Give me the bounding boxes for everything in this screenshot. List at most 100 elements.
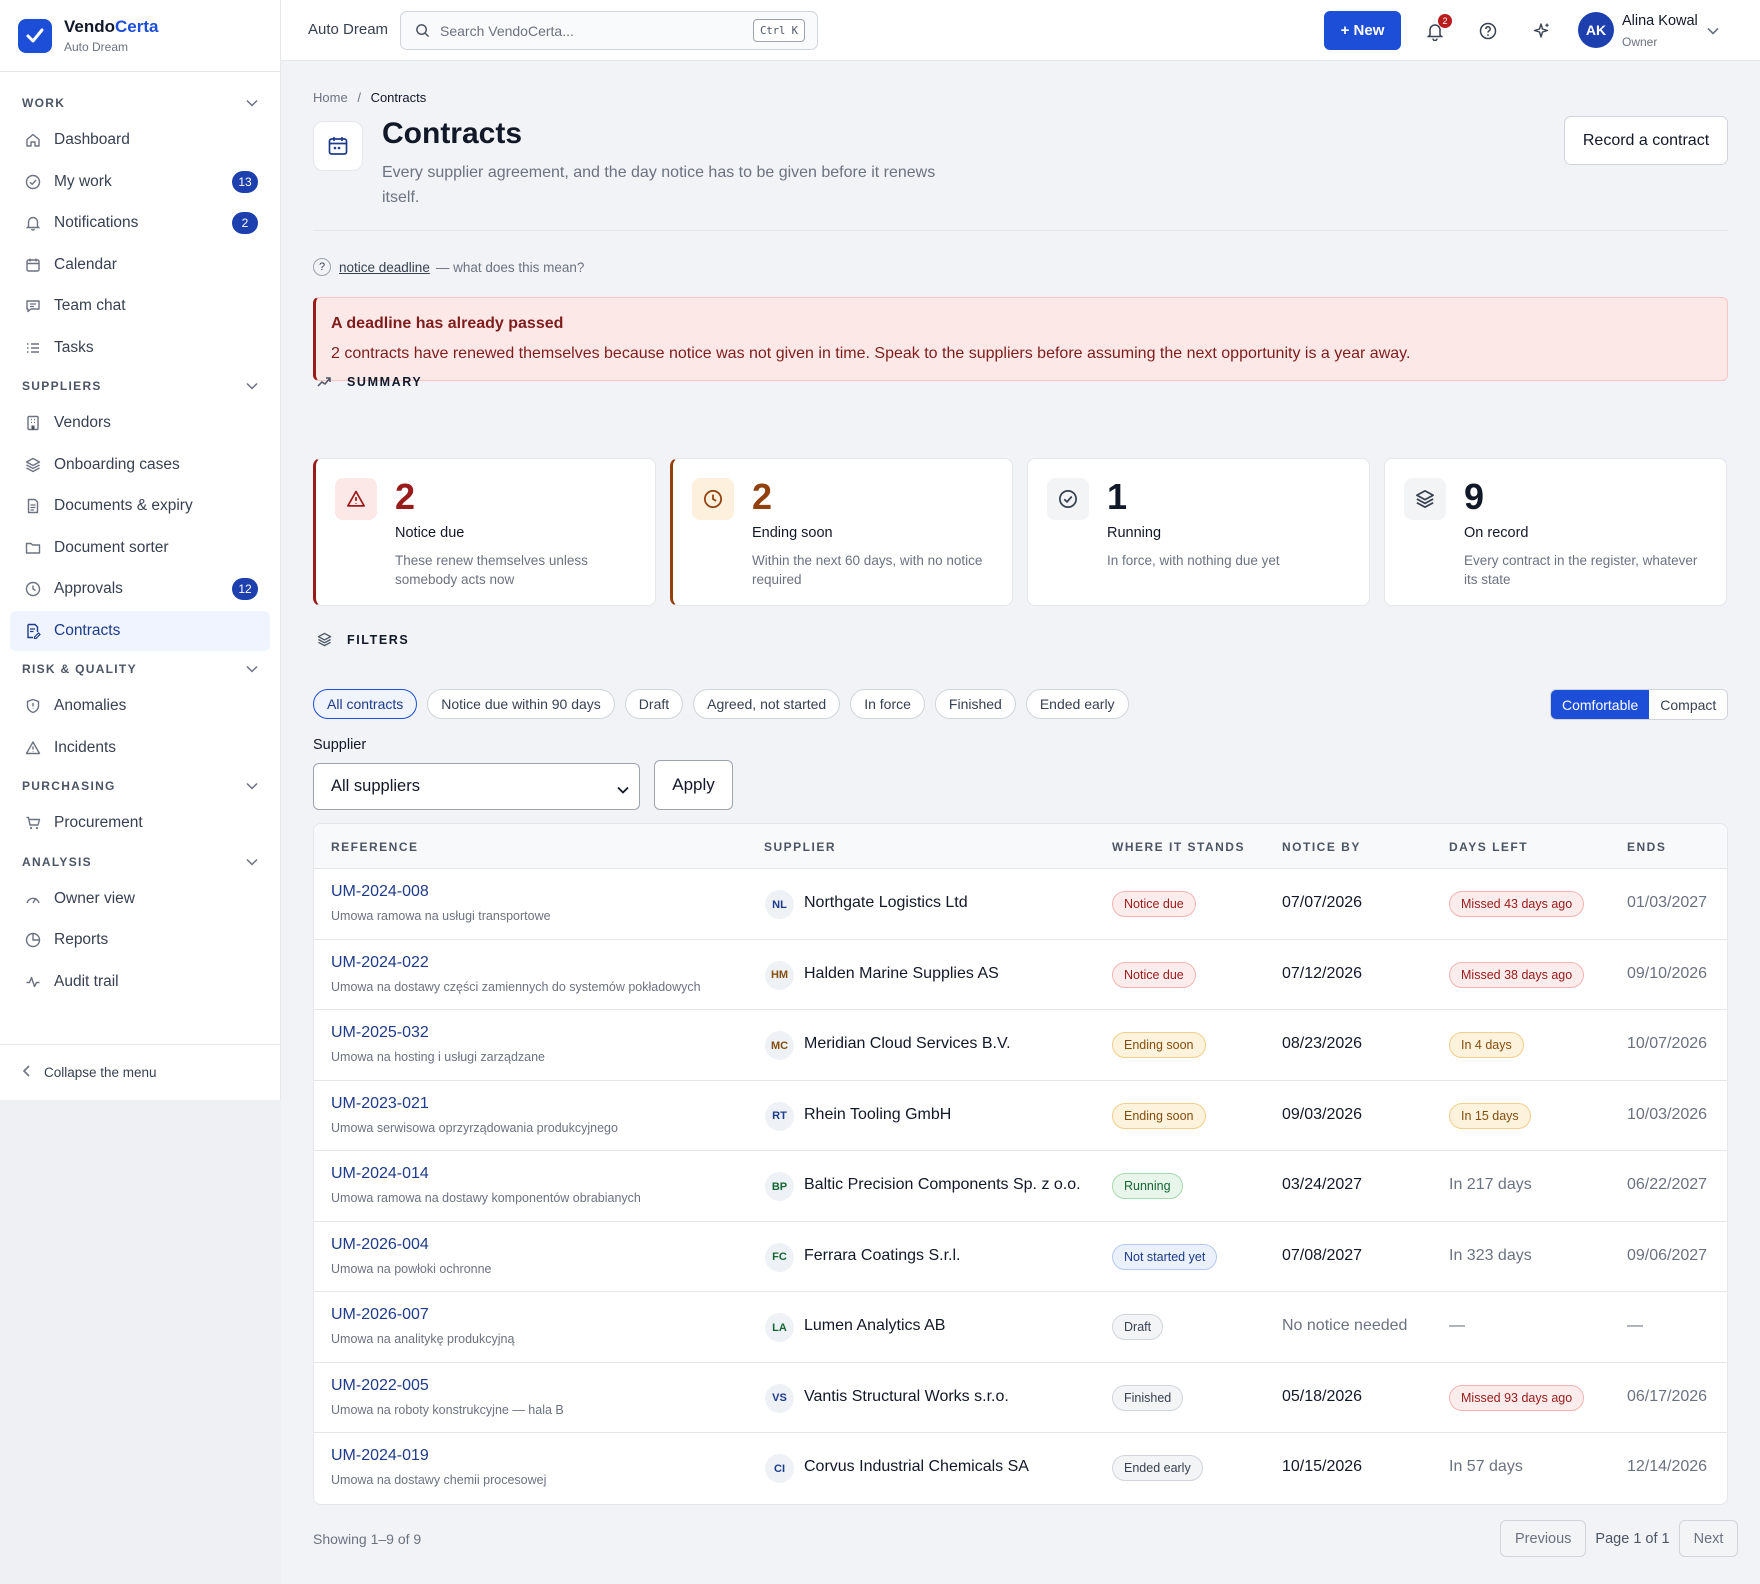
sidebar-item-label: Reports [54,931,109,948]
sidebar-item-tasks[interactable]: Tasks [10,328,270,368]
collapse-menu-button[interactable]: Collapse the menu [0,1044,280,1100]
sidebar-item-label: Calendar [54,255,117,273]
search-input[interactable]: Search VendoCerta... Ctrl K [400,11,818,50]
sidebar-item-label: My work [54,172,112,190]
record-contract-button[interactable]: Record a contract [1564,116,1728,165]
filter-chip[interactable]: In force [850,689,925,719]
sidebar-item-approvals[interactable]: Approvals 12 [10,569,270,609]
table-row[interactable]: UM-2026-007 Umowa na analitykę produkcyjn… [314,1292,1727,1363]
breadcrumb: Home / Contracts [313,90,426,105]
column-header[interactable]: WHERE IT STANDS [1112,840,1245,854]
contract-reference-link[interactable]: UM-2024-014 [331,1165,429,1183]
sidebar-item-audit-trail[interactable]: Audit trail [10,962,270,1002]
sidebar-item-anomalies[interactable]: Anomalies [10,686,270,726]
nav-section-purchasing[interactable]: PURCHASING [0,769,280,803]
contract-reference-link[interactable]: UM-2024-019 [331,1447,429,1465]
assistant-button[interactable] [1531,20,1553,42]
notice-by: No notice needed [1282,1317,1408,1334]
status-badge: Finished [1112,1384,1184,1411]
column-header[interactable]: NOTICE BY [1282,840,1361,854]
sidebar-item-owner-view[interactable]: Owner view [10,879,270,919]
days-left-badge: Missed 43 days ago [1449,891,1585,917]
table-row[interactable]: UM-2024-019 Umowa na dostawy chemii proce… [314,1433,1727,1504]
sidebar-item-label: Team chat [54,297,126,314]
page-title: Contracts [382,117,523,150]
avatar[interactable]: AK [1578,12,1614,48]
notice-by: 07/12/2026 [1282,964,1363,982]
chevron-down-icon[interactable] [1707,22,1719,39]
density-option-comfortable[interactable]: Comfortable [1551,690,1650,719]
collapse-menu-label: Collapse the menu [44,1065,157,1080]
table-row[interactable]: UM-2023-021 Umowa serwisowa oprzyrządowan… [314,1081,1727,1151]
table-row[interactable]: UM-2024-014 Umowa ramowa na dostawy kompo… [314,1151,1727,1222]
breadcrumb-home[interactable]: Home [313,90,348,105]
nav-section-suppliers[interactable]: SUPPLIERS [0,369,280,403]
filter-chip[interactable]: Notice due within 90 days [427,689,615,719]
end-date: 01/03/2027 [1627,894,1708,911]
warning-icon [335,478,377,520]
filter-chip[interactable]: Agreed, not started [693,689,841,719]
column-header[interactable]: DAYS LEFT [1449,840,1528,854]
showing-count: Showing 1–9 of 9 [313,1531,422,1547]
sidebar-item-team-chat[interactable]: Team chat [10,286,270,326]
contract-reference-link[interactable]: UM-2026-004 [331,1236,429,1254]
summary-heading-label: SUMMARY [347,375,423,389]
sidebar-item-documents-expiry[interactable]: Documents & expiry [10,486,270,526]
sidebar-item-my-work[interactable]: My work 13 [10,162,270,202]
nav-section-analysis[interactable]: ANALYSIS [0,845,280,879]
contract-reference-link[interactable]: UM-2024-022 [331,954,429,972]
contract-reference-link[interactable]: UM-2023-021 [331,1095,429,1113]
contract-reference-link[interactable]: UM-2024-008 [331,883,429,901]
table-row[interactable]: UM-2024-022 Umowa na dostawy części zamie… [314,940,1727,1010]
density-option-compact[interactable]: Compact [1649,690,1727,719]
apply-button[interactable]: Apply [654,760,733,810]
column-header[interactable]: ENDS [1627,840,1666,854]
brand-org: Auto Dream [64,39,129,54]
nav-section-work[interactable]: WORK [0,86,280,120]
calendar-icon [313,121,363,171]
sidebar-item-procurement[interactable]: Procurement [10,803,270,843]
summary-label: Ending soon [752,525,833,541]
table-row[interactable]: UM-2025-032 Umowa na hosting i usługi zar… [314,1010,1727,1081]
filter-chip[interactable]: Finished [934,689,1016,719]
help-button[interactable] [1477,20,1499,42]
term-explainer[interactable]: ? notice deadline — what does this mean? [313,258,584,276]
contract-reference-link[interactable]: UM-2026-007 [331,1306,429,1324]
sidebar-item-incidents[interactable]: Incidents [10,728,270,768]
nav-section-risk-quality[interactable]: RISK & QUALITY [0,652,280,686]
summary-card-ending-soon[interactable]: 2 Ending soon Within the next 60 days, wit… [670,458,1013,606]
org-switcher[interactable]: Auto Dream [308,21,388,38]
filter-chip[interactable]: All contracts [313,689,418,719]
notifications-button[interactable]: 2 [1424,14,1452,42]
previous-page-button[interactable]: Previous [1500,1520,1587,1557]
contract-reference-link[interactable]: UM-2025-032 [331,1024,429,1042]
supplier-select[interactable]: All suppliers [313,763,640,810]
supplier-initials: VS [765,1383,794,1413]
contract-reference-link[interactable]: UM-2022-005 [331,1377,429,1395]
new-button[interactable]: + New [1324,11,1401,50]
column-header[interactable]: REFERENCE [331,840,419,854]
sidebar-item-calendar[interactable]: Calendar [10,245,270,285]
column-header[interactable]: SUPPLIER [764,840,836,854]
summary-card-notice-due[interactable]: 2 Notice due These renew themselves unless… [313,458,656,606]
sidebar-item-onboarding-cases[interactable]: Onboarding cases [10,445,270,485]
sidebar-item-contracts[interactable]: Contracts [10,610,270,651]
sidebar-item-vendors[interactable]: Vendors [10,403,270,443]
bell-icon [24,214,42,232]
user-name[interactable]: Alina Kowal [1622,13,1698,29]
table-row[interactable]: UM-2022-005 Umowa na roboty konstrukcyjne… [314,1363,1727,1433]
table-row[interactable]: UM-2024-008 Umowa ramowa na usługi transp… [314,869,1727,940]
list-icon [24,339,42,357]
table-row[interactable]: UM-2026-004 Umowa na powłoki ochronne FC Fe… [314,1222,1727,1292]
filter-chip[interactable]: Ended early [1025,689,1129,719]
summary-card-on-record[interactable]: 9 On record Every contract in the register… [1384,458,1727,606]
sidebar-item-document-sorter[interactable]: Document sorter [10,528,270,568]
sidebar-item-notifications[interactable]: Notifications 2 [10,203,270,243]
filter-chip[interactable]: Draft [624,689,684,719]
summary-card-running[interactable]: 1 Running In force, with nothing due yet [1027,458,1370,606]
next-page-button[interactable]: Next [1678,1520,1739,1557]
sidebar-item-dashboard[interactable]: Dashboard [10,120,270,160]
brand[interactable]: VendoCerta Auto Dream [0,0,280,72]
sidebar-item-reports[interactable]: Reports [10,920,270,960]
term-link[interactable]: notice deadline [339,260,430,275]
